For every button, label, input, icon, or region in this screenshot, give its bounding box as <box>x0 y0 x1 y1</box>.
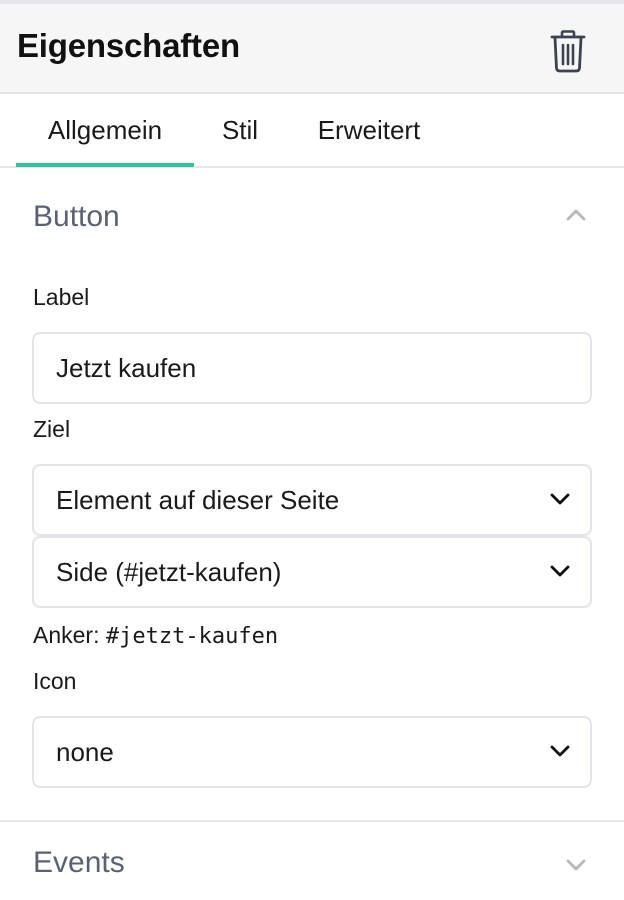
section-title-events: Events <box>33 846 125 879</box>
icon-field-label: Icon <box>33 668 77 694</box>
chevron-down-icon <box>550 565 570 577</box>
anchor-prefix: Anker: <box>33 622 100 648</box>
chevron-down-icon <box>566 859 586 871</box>
delete-button[interactable] <box>548 30 588 74</box>
tab-allgemein[interactable]: Allgemein <box>16 94 194 166</box>
active-tab-indicator <box>16 163 194 167</box>
target-type-select[interactable]: Element auf dieser Seite <box>32 464 592 536</box>
tab-erweitert[interactable]: Erweitert <box>296 94 442 166</box>
panel-header: Eigenschaften <box>0 4 624 94</box>
target-element-value: Side (#jetzt-kaufen) <box>56 557 282 587</box>
tab-bar: Allgemein Stil Erweitert <box>0 94 624 168</box>
target-field-label: Ziel <box>33 416 71 442</box>
section-button-header[interactable]: Button <box>0 168 624 268</box>
section-title-button: Button <box>33 200 120 233</box>
target-type-value: Element auf dieser Seite <box>56 485 340 515</box>
icon-select[interactable]: none <box>32 716 592 788</box>
section-events-header[interactable]: Events <box>0 822 624 900</box>
icon-select-value: none <box>56 737 114 767</box>
tab-stil[interactable]: Stil <box>204 94 276 166</box>
panel-title: Eigenschaften <box>17 27 240 64</box>
chevron-up-icon <box>566 209 586 221</box>
trash-icon <box>550 30 586 73</box>
label-input[interactable]: Jetzt kaufen <box>32 332 592 404</box>
label-input-value: Jetzt kaufen <box>56 353 197 383</box>
label-field-label: Label <box>33 284 90 310</box>
target-element-select[interactable]: Side (#jetzt-kaufen) <box>32 536 592 608</box>
anchor-info: Anker: #jetzt-kaufen <box>33 622 278 649</box>
chevron-down-icon <box>550 745 570 757</box>
anchor-value: #jetzt-kaufen <box>105 624 279 649</box>
chevron-down-icon <box>550 493 570 505</box>
